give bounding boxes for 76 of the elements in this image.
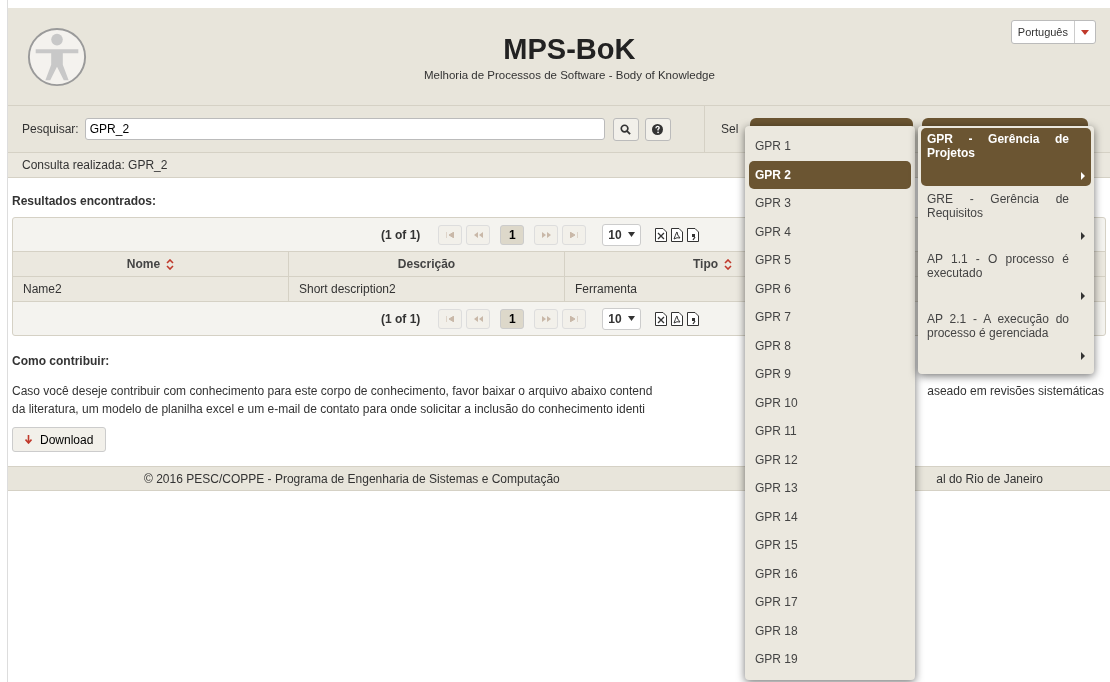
previous-page-icon [473, 315, 483, 322]
excel-export-icon[interactable] [654, 227, 667, 242]
menu-item[interactable]: GPR 9 [749, 360, 911, 389]
contribute-heading: Como contribuir: [12, 354, 110, 368]
menu-item[interactable]: GPR - Gerência de Projetos [921, 128, 1091, 186]
download-button[interactable]: Download [12, 427, 107, 452]
first-page-icon [446, 231, 455, 238]
menu-item[interactable]: GPR 13 [749, 474, 911, 503]
search-label: Pesquisar: [22, 122, 79, 136]
page-summary: (1 of 1) [381, 227, 421, 242]
menu-item[interactable]: GPR 18 [749, 616, 911, 645]
menu-item[interactable]: GPR 11 [749, 417, 911, 446]
submenu-arrow-icon [1081, 172, 1085, 180]
menu-item[interactable]: GPR 3 [749, 189, 911, 218]
download-arrow-icon [25, 435, 32, 444]
sort-icon [724, 258, 733, 270]
menu-item[interactable]: GPR 5 [749, 246, 911, 275]
help-icon [652, 123, 664, 135]
page-button[interactable]: 1 [500, 308, 525, 329]
menu-item[interactable]: GPR 16 [749, 559, 911, 588]
menu-item[interactable]: GPR 4 [749, 217, 911, 246]
site-title: MPS-BoK [503, 32, 636, 66]
sort-icon [166, 258, 175, 270]
menu-item[interactable]: GPR 10 [749, 388, 911, 417]
menu-item[interactable]: GPR 14 [749, 502, 911, 531]
table-cell: Short description2 [289, 277, 565, 301]
page-button[interactable]: 1 [500, 224, 525, 245]
menu-item[interactable]: GPR 15 [749, 531, 911, 560]
column-header[interactable]: Nome [13, 252, 289, 276]
footer-text: © 2016 PESC/COPPE - Programa de Engenharia de Sistemas e Computação [144, 471, 560, 486]
pdf-export-icon[interactable] [670, 227, 683, 242]
logo-icon [26, 25, 88, 88]
menu-item[interactable]: GPR 2 [749, 160, 911, 189]
menu-item[interactable]: GPR 6 [749, 274, 911, 303]
table-cell: Name2 [13, 277, 289, 301]
menu-item[interactable]: GPR 8 [749, 331, 911, 360]
last-page-icon [570, 315, 579, 322]
menu-item[interactable]: GRE - Gerência de Requisitos [921, 188, 1091, 246]
csv-export-icon[interactable] [686, 311, 699, 326]
rows-per-page-select[interactable]: 10 [602, 307, 641, 330]
paragraph-text: Caso você deseje contribuir com conhecimento para este corpo de conhecimento, favor baixar o arquivo abaixo contend [12, 383, 653, 400]
submenu-arrow-icon [1081, 352, 1085, 360]
caret-icon [627, 232, 635, 237]
search-button[interactable] [612, 117, 639, 141]
select-label: Sel [721, 122, 739, 136]
rows-per-page-select[interactable]: 10 [602, 223, 641, 246]
menu-item[interactable]: GPR 12 [749, 445, 911, 474]
submenu-arrow-icon [1081, 292, 1085, 300]
last-page-icon [570, 231, 579, 238]
csv-export-icon[interactable] [686, 227, 699, 242]
submenu-arrow-icon [1081, 232, 1085, 240]
query-info: Consulta realizada: GPR_2 [22, 158, 168, 172]
menu-item[interactable]: GPR 17 [749, 588, 911, 617]
menu-item[interactable]: GPR 19 [749, 645, 911, 674]
paragraph-text: aseado em revisões sistemáticas [927, 383, 1104, 400]
first-page-icon [446, 315, 455, 322]
site-subtitle: Melhoria de Processos de Software - Body of Knowledge [424, 68, 715, 81]
search-field[interactable]: GPR_2 [84, 118, 605, 140]
caret-icon [627, 316, 635, 321]
language-select[interactable]: Português [1010, 20, 1096, 44]
page-summary: (1 of 1) [381, 311, 421, 326]
previous-page-icon [473, 231, 483, 238]
caret-icon [1081, 29, 1089, 35]
excel-export-icon[interactable] [654, 311, 667, 326]
help-button[interactable] [644, 117, 671, 141]
column-header[interactable]: Descrição [289, 252, 565, 276]
pdf-export-icon[interactable] [670, 311, 683, 326]
menu-item[interactable]: GPR 7 [749, 303, 911, 332]
menu-item[interactable]: GPR 1 [749, 132, 911, 161]
next-page-icon [541, 231, 551, 238]
search-icon [620, 123, 632, 135]
footer-text: al do Rio de Janeiro [936, 471, 1043, 486]
menu-item[interactable]: AP 2.1 - A execução do processo é gerenciada [921, 308, 1091, 366]
paragraph-text: da literatura, um modelo de planilha excel e um e-mail de contato para onde solicitar a inclusão do conhecimento identi [12, 401, 646, 418]
next-page-icon [541, 315, 551, 322]
results-heading: Resultados encontrados: [12, 194, 157, 208]
